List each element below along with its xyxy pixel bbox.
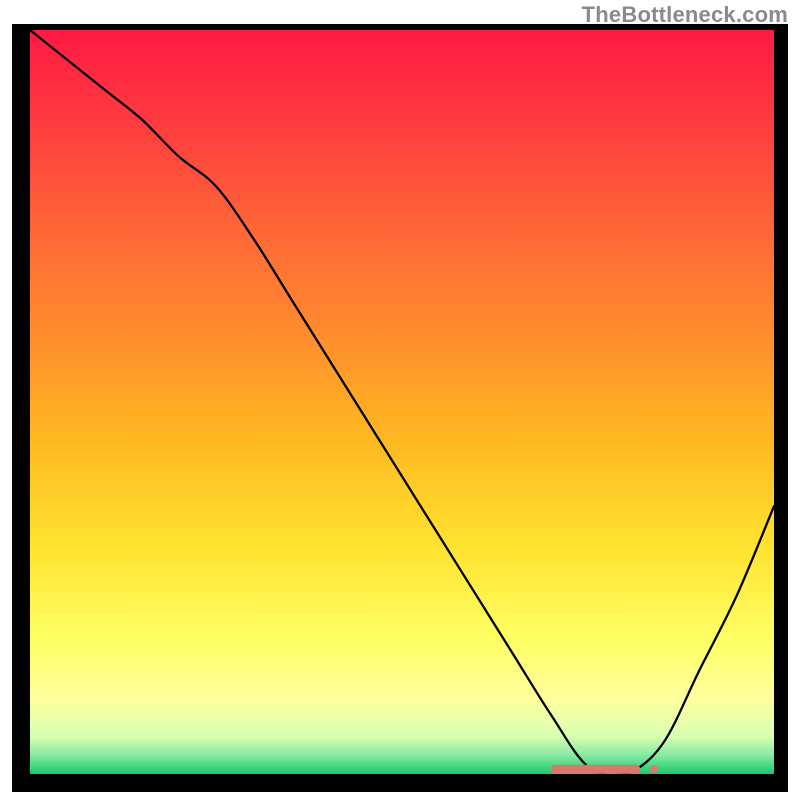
watermark-text: TheBottleneck.com — [582, 2, 788, 28]
optimal-marker — [551, 765, 640, 774]
plot-background — [30, 30, 774, 774]
optimal-marker-dot — [650, 765, 658, 773]
chart-svg — [0, 0, 800, 800]
bottleneck-chart: TheBottleneck.com — [0, 0, 800, 800]
